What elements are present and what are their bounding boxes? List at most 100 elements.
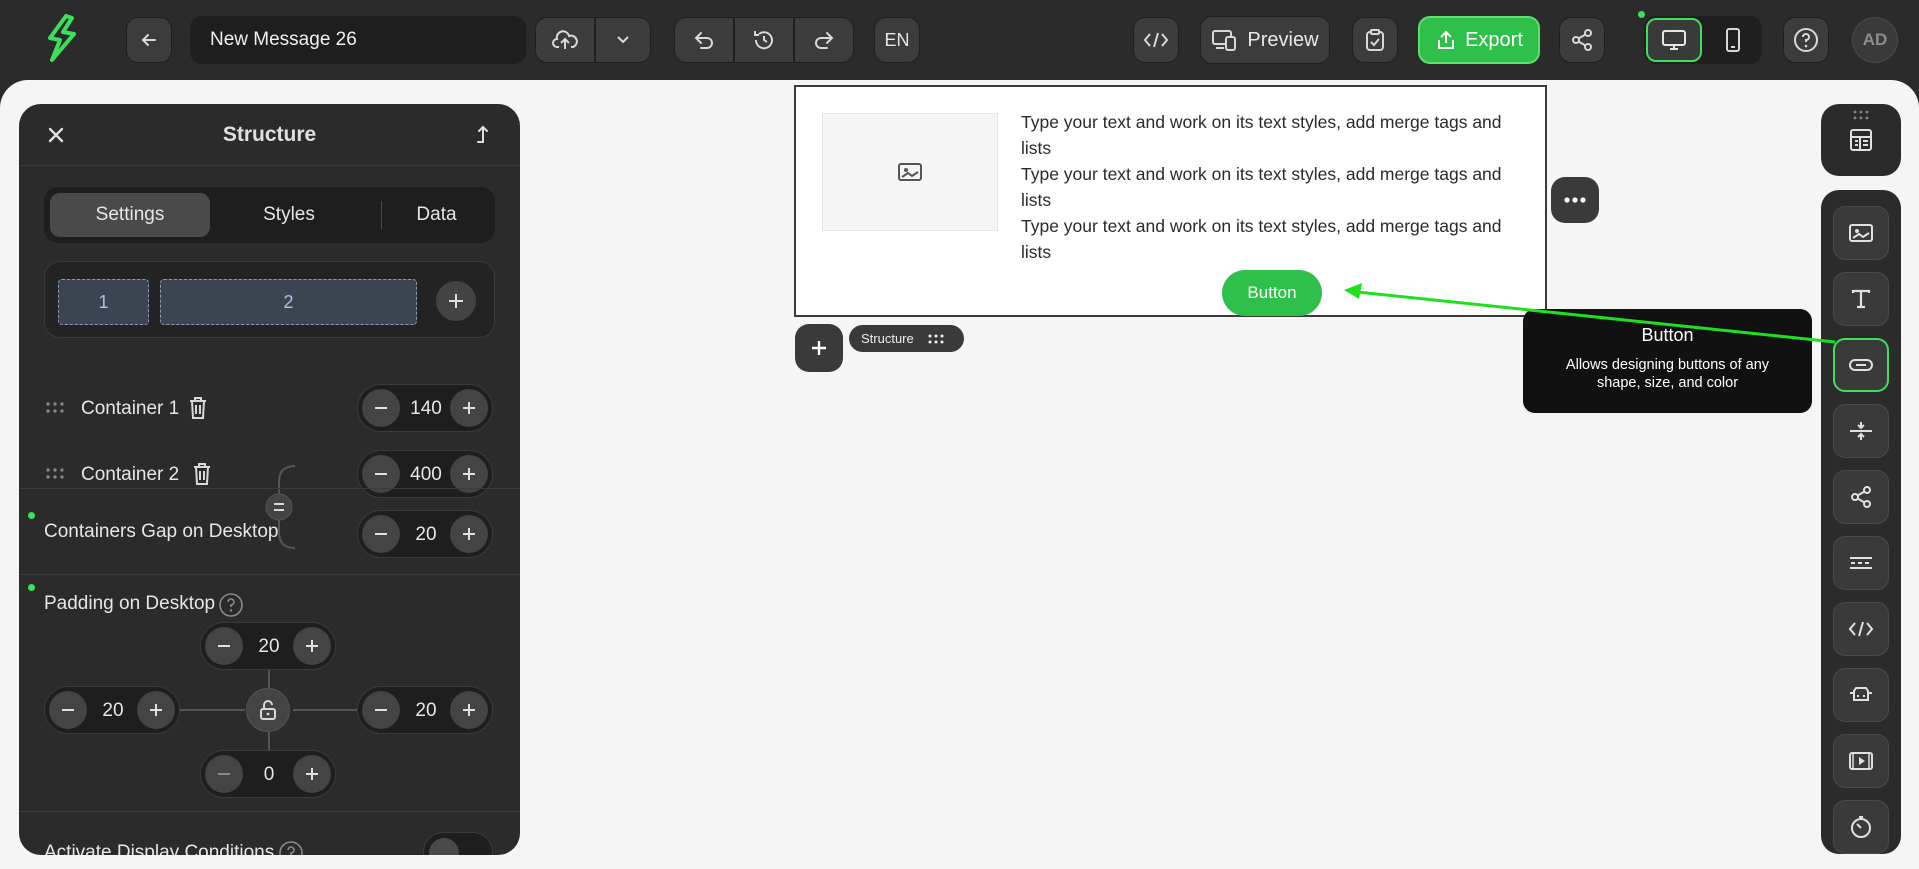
share-icon	[1572, 29, 1592, 51]
button-icon	[1849, 359, 1873, 371]
tooltip-description: Allows designing buttons of any shape, s…	[1565, 357, 1770, 391]
container-1-width-value[interactable]: 140	[400, 398, 452, 420]
trash-icon[interactable]	[191, 461, 213, 487]
save-options-dropdown[interactable]	[595, 17, 651, 63]
preview-button[interactable]: Preview	[1200, 16, 1330, 64]
redo-button[interactable]	[794, 17, 854, 63]
tab-data[interactable]: Data	[384, 193, 489, 237]
padding-label: Padding on Desktop	[44, 593, 216, 614]
test-checklist-button[interactable]	[1352, 17, 1398, 63]
increment-button[interactable]	[293, 755, 331, 793]
unlock-icon	[260, 700, 276, 720]
blocks-toolbar	[1821, 190, 1901, 854]
image-icon	[898, 163, 922, 181]
arrow-left-icon	[141, 34, 156, 46]
amp-carousel-block-button[interactable]	[1833, 668, 1889, 722]
message-name-input[interactable]: New Message 26	[190, 16, 526, 64]
column-layout: 1 2	[44, 261, 495, 338]
increment-button[interactable]	[450, 389, 488, 427]
export-icon	[1438, 30, 1455, 49]
back-button[interactable]	[126, 17, 172, 63]
display-conditions-toggle[interactable]	[423, 832, 493, 855]
modified-indicator	[28, 512, 35, 519]
language-button[interactable]: EN	[874, 17, 920, 63]
plus-icon	[306, 768, 318, 780]
redo-icon	[815, 32, 834, 49]
export-button[interactable]: Export	[1418, 16, 1540, 64]
decrement-button[interactable]	[205, 627, 243, 665]
timer-block-button[interactable]	[1833, 800, 1889, 854]
trash-icon[interactable]	[187, 395, 209, 421]
image-placeholder[interactable]	[822, 113, 998, 231]
share-button[interactable]	[1559, 17, 1605, 63]
top-toolbar: New Message 26 EN Preview Export AD	[0, 0, 1919, 80]
padding-lock-button[interactable]	[246, 688, 290, 732]
device-switcher	[1644, 16, 1762, 64]
decrement-button[interactable]	[49, 691, 87, 729]
video-block-button[interactable]	[1833, 734, 1889, 788]
structure-panel: Structure Settings Styles Data 1 2 Conta…	[19, 104, 520, 855]
text-block-button[interactable]	[1833, 272, 1889, 326]
block-more-options-button[interactable]	[1551, 177, 1599, 223]
gap-value[interactable]: 20	[400, 524, 452, 546]
container-1-width-stepper: 140	[357, 384, 493, 432]
decrement-button[interactable]	[362, 691, 400, 729]
mobile-icon	[1726, 28, 1740, 52]
container-2-width-value[interactable]: 400	[400, 464, 452, 486]
padding-right-value[interactable]: 20	[400, 700, 452, 722]
devices-icon	[1212, 30, 1237, 51]
drag-handle-icon[interactable]	[1853, 110, 1869, 120]
decrement-button[interactable]	[362, 389, 400, 427]
save-cloud-button[interactable]	[535, 17, 595, 63]
button-block-button[interactable]	[1833, 338, 1889, 392]
display-conditions-label: Activate Display Conditions	[44, 842, 275, 855]
text-block[interactable]: Type your text and work on its text styl…	[1021, 109, 1531, 265]
decrement-button[interactable]	[362, 515, 400, 553]
image-icon	[1849, 224, 1873, 242]
cloud-upload-icon	[552, 30, 578, 49]
padding-right-stepper: 20	[357, 686, 493, 734]
help-icon[interactable]	[278, 840, 304, 855]
history-button[interactable]	[734, 17, 794, 63]
drag-handle-icon[interactable]	[46, 467, 64, 481]
drag-handle-icon[interactable]	[46, 401, 64, 415]
preview-label: Preview	[1247, 28, 1319, 51]
spacer-block-button[interactable]	[1833, 404, 1889, 458]
panel-title: Structure	[222, 123, 317, 146]
select-parent-button[interactable]	[471, 122, 495, 146]
timer-icon	[1851, 816, 1871, 838]
increment-button[interactable]	[137, 691, 175, 729]
help-button[interactable]	[1783, 17, 1829, 63]
button-tooltip: Button Allows designing buttons of any s…	[1523, 309, 1812, 413]
mobile-view-button[interactable]	[1706, 18, 1760, 62]
minus-icon	[62, 709, 74, 711]
email-structure-block[interactable]: Type your text and work on its text styl…	[794, 85, 1547, 317]
email-button-block[interactable]: Button	[1222, 270, 1322, 316]
tab-settings[interactable]: Settings	[50, 193, 210, 237]
tab-styles[interactable]: Styles	[214, 193, 364, 237]
image-block-button[interactable]	[1833, 206, 1889, 260]
gap-stepper: 20	[357, 510, 493, 558]
menu-block-button[interactable]	[1833, 536, 1889, 590]
desktop-view-button[interactable]	[1646, 18, 1702, 62]
code-editor-button[interactable]	[1133, 17, 1179, 63]
help-icon[interactable]	[218, 592, 244, 618]
column-1[interactable]: 1	[58, 279, 149, 325]
padding-left-value[interactable]: 20	[87, 700, 139, 722]
undo-button[interactable]	[674, 17, 734, 63]
social-block-button[interactable]	[1833, 470, 1889, 524]
structure-tag[interactable]: Structure	[849, 325, 964, 352]
increment-button[interactable]	[293, 627, 331, 665]
add-structure-button[interactable]	[795, 324, 843, 372]
drag-handle-icon[interactable]	[928, 334, 944, 344]
container-row: Container 1 140	[19, 378, 520, 438]
padding-top-value[interactable]: 20	[243, 636, 295, 658]
column-2[interactable]: 2	[160, 279, 417, 325]
decrement-button[interactable]	[205, 755, 243, 793]
user-avatar[interactable]: AD	[1852, 17, 1898, 63]
html-block-button[interactable]	[1833, 602, 1889, 656]
increment-button[interactable]	[450, 691, 488, 729]
add-column-button[interactable]	[436, 281, 476, 321]
increment-button[interactable]	[450, 515, 488, 553]
padding-bottom-value[interactable]: 0	[243, 764, 295, 786]
